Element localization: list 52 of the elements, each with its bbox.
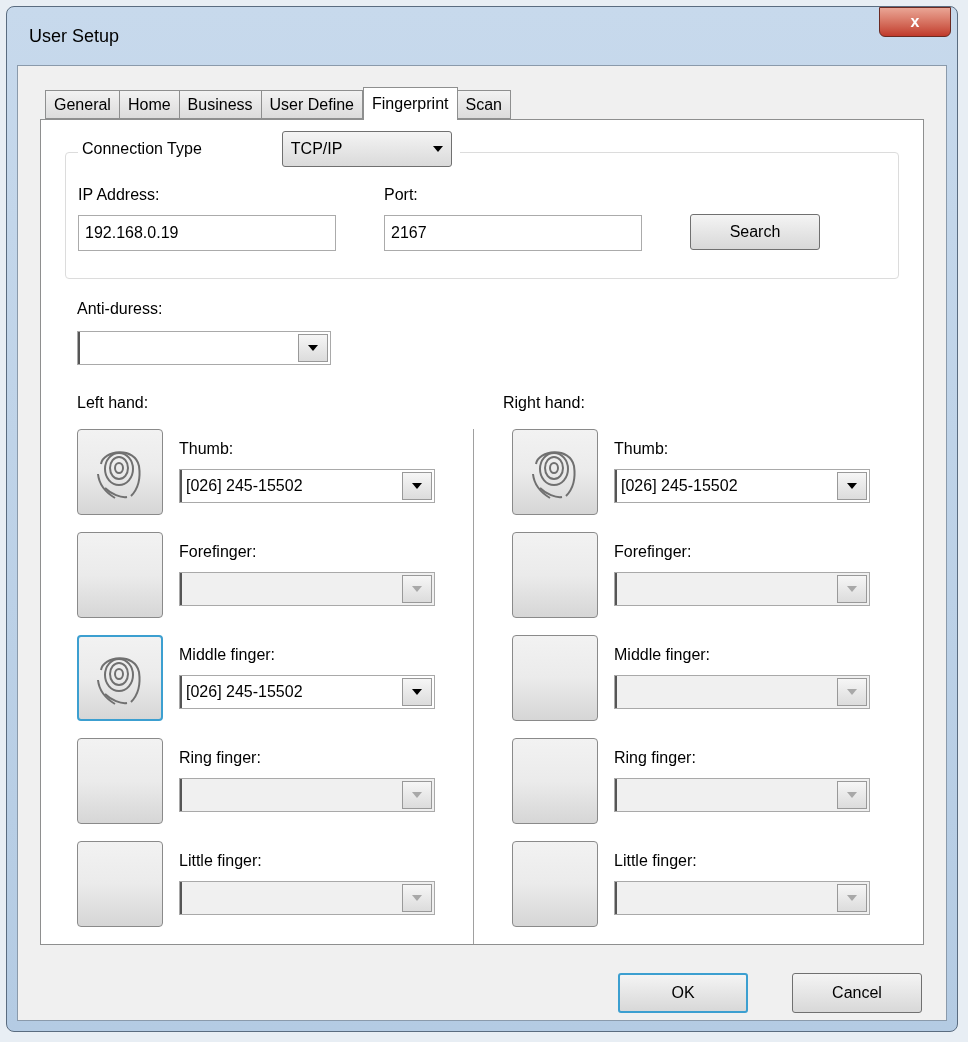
caret-icon — [412, 689, 422, 695]
caret-icon — [412, 586, 422, 592]
search-button[interactable]: Search — [690, 214, 820, 250]
dropdown[interactable]: [026] 245-15502 — [614, 469, 870, 503]
dropdown[interactable]: [026] 245-15502 — [179, 675, 435, 709]
caret-icon — [847, 792, 857, 798]
tab[interactable]: Business — [178, 90, 262, 119]
dropdown-value: [026] 245-15502 — [621, 476, 738, 496]
ip-address-field[interactable]: 192.168.0.19 — [78, 215, 336, 251]
finger-label: Ring finger: — [179, 748, 262, 768]
finger-label: Middle finger: — [614, 645, 712, 665]
caret-icon — [847, 586, 857, 592]
finger-label: Little finger: — [614, 851, 698, 871]
hand-label: Left hand: — [77, 393, 150, 413]
fingerprint-button[interactable] — [77, 635, 163, 721]
caret-icon — [412, 792, 422, 798]
anti-duress-label: Anti-duress: — [77, 299, 164, 319]
finger-label: Middle finger: — [179, 645, 277, 665]
dropdown-value: [026] 245-15502 — [186, 682, 303, 702]
dropdown[interactable]: [026] 245-15502 — [179, 469, 435, 503]
ip-address-label: IP Address: — [78, 185, 161, 205]
finger-label: Forefinger: — [179, 542, 258, 562]
connection-type-dropdown[interactable]: TCP/IP — [281, 131, 452, 167]
tab[interactable]: Scan — [456, 90, 511, 119]
tab[interactable]: User Define — [260, 90, 363, 119]
window-title: User Setup — [28, 24, 120, 48]
finger-label: Little finger: — [179, 851, 263, 871]
fingerprint-button[interactable] — [512, 429, 598, 515]
dropdown[interactable] — [77, 331, 331, 365]
port-field[interactable]: 2167 — [384, 215, 642, 251]
port-label: Port: — [384, 185, 419, 205]
finger-label: Thumb: — [179, 439, 235, 459]
caret-icon — [412, 895, 422, 901]
fingerprint-button[interactable] — [77, 429, 163, 515]
caret-icon — [847, 483, 857, 489]
dropdown-value: [026] 245-15502 — [186, 476, 303, 496]
dropdown-value: TCP/IP — [290, 139, 343, 159]
caret-icon — [847, 689, 857, 695]
finger-label: Thumb: — [614, 439, 670, 459]
group-legend: Connection Type — [78, 137, 282, 161]
dialog-button[interactable]: Cancel — [792, 973, 922, 1013]
dialog-button[interactable]: OK — [618, 973, 748, 1013]
finger-label: Ring finger: — [614, 748, 697, 768]
tab[interactable]: General — [45, 90, 120, 119]
finger-label: Forefinger: — [614, 542, 693, 562]
caret-icon — [432, 146, 443, 152]
caret-icon — [847, 895, 857, 901]
caret-icon — [412, 483, 422, 489]
hand-label: Right hand: — [502, 393, 586, 413]
caret-icon — [308, 345, 318, 351]
tab[interactable]: Home — [118, 90, 180, 119]
tab[interactable]: Fingerprint — [363, 87, 458, 120]
